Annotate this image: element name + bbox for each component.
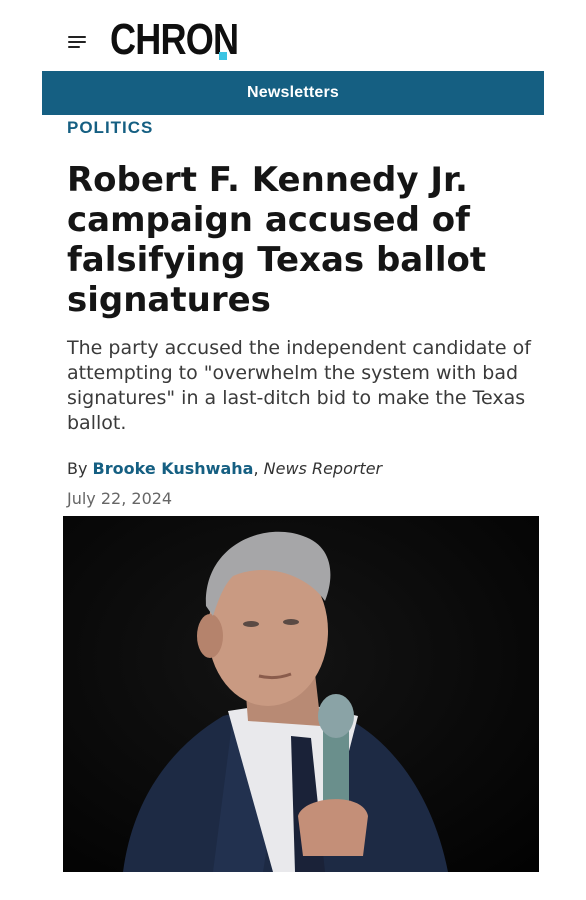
author-role: News Reporter xyxy=(263,459,383,478)
portrait-illustration xyxy=(63,516,539,872)
site-header: CHRON xyxy=(0,0,586,70)
article-dek: The party accused the independent candid… xyxy=(67,337,531,434)
publish-date: July 22, 2024 xyxy=(67,489,173,508)
section-label[interactable]: POLITICS xyxy=(67,118,153,138)
byline: By Brooke Kushwaha, News Reporter xyxy=(67,459,382,478)
author-link[interactable]: Brooke Kushwaha xyxy=(93,459,254,478)
logo-accent-dot xyxy=(219,52,227,60)
newsletters-label: Newsletters xyxy=(246,84,340,101)
byline-prefix: By xyxy=(67,459,88,478)
hamburger-menu-icon[interactable] xyxy=(68,36,88,50)
newsletters-button[interactable]: Newsletters xyxy=(42,71,544,115)
byline-separator: , xyxy=(253,459,259,478)
article-photo xyxy=(63,516,539,872)
article-headline: Robert F. Kennedy Jr. campaign accused o… xyxy=(67,160,487,320)
